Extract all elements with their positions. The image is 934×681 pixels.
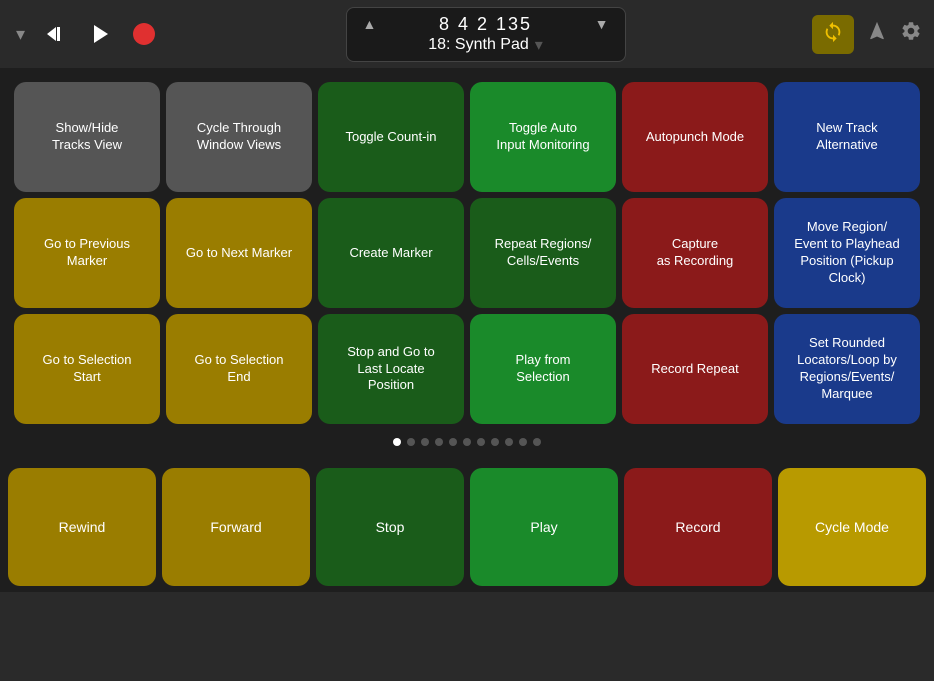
grid-btn-r1-c4[interactable]: Capture as Recording — [622, 198, 768, 308]
transport-btn-cycle-mode[interactable]: Cycle Mode — [778, 468, 926, 586]
pagination-dot-7[interactable] — [491, 438, 499, 446]
rewind-button[interactable] — [41, 18, 73, 50]
grid-btn-r0-c4[interactable]: Autopunch Mode — [622, 82, 768, 192]
cycle-button[interactable] — [812, 15, 854, 54]
track-dropdown-icon[interactable]: ▾ — [535, 35, 543, 55]
pagination-dot-3[interactable] — [435, 438, 443, 446]
grid-btn-r2-c2[interactable]: Stop and Go to Last Locate Position — [318, 314, 464, 424]
transport-btn-rewind[interactable]: Rewind — [8, 468, 156, 586]
pagination-dot-2[interactable] — [421, 438, 429, 446]
metronome-button[interactable] — [866, 20, 888, 48]
play-button[interactable] — [85, 18, 117, 50]
dropdown-button[interactable]: ▾ — [12, 20, 29, 49]
bottom-transport: RewindForwardStopPlayRecordCycle Mode — [0, 462, 934, 592]
grid-btn-r2-c5[interactable]: Set Rounded Locators/Loop by Regions/Eve… — [774, 314, 920, 424]
pagination-dot-8[interactable] — [505, 438, 513, 446]
position-display: 8 4 2 135 — [439, 14, 532, 35]
grid-btn-r0-c3[interactable]: Toggle Auto Input Monitoring — [470, 82, 616, 192]
header: ▾ ▲ 8 4 2 135 ▼ 18: Synth Pad ▾ — [0, 0, 934, 68]
chevron-down-button[interactable]: ▼ — [595, 16, 609, 32]
grid-btn-r0-c1[interactable]: Cycle Through Window Views — [166, 82, 312, 192]
main-area: Show/Hide Tracks ViewCycle Through Windo… — [0, 68, 934, 462]
pagination-dot-0[interactable] — [393, 438, 401, 446]
grid-btn-r0-c5[interactable]: New Track Alternative — [774, 82, 920, 192]
pagination-dot-5[interactable] — [463, 438, 471, 446]
transport-btn-play[interactable]: Play — [470, 468, 618, 586]
transport-btn-record[interactable]: Record — [624, 468, 772, 586]
grid-btn-r2-c1[interactable]: Go to Selection End — [166, 314, 312, 424]
header-right — [812, 15, 922, 54]
pagination-dot-4[interactable] — [449, 438, 457, 446]
grid-btn-r1-c0[interactable]: Go to Previous Marker — [14, 198, 160, 308]
pagination-dot-9[interactable] — [519, 438, 527, 446]
grid-btn-r2-c3[interactable]: Play from Selection — [470, 314, 616, 424]
grid-btn-r1-c1[interactable]: Go to Next Marker — [166, 198, 312, 308]
pagination-dot-1[interactable] — [407, 438, 415, 446]
grid-btn-r0-c2[interactable]: Toggle Count-in — [318, 82, 464, 192]
pagination-dot-6[interactable] — [477, 438, 485, 446]
settings-button[interactable] — [900, 20, 922, 48]
record-button[interactable] — [129, 19, 159, 49]
button-grid: Show/Hide Tracks ViewCycle Through Windo… — [8, 76, 926, 430]
grid-btn-r1-c5[interactable]: Move Region/ Event to Playhead Position … — [774, 198, 920, 308]
grid-btn-r0-c0[interactable]: Show/Hide Tracks View — [14, 82, 160, 192]
chevron-up-button[interactable]: ▲ — [363, 16, 377, 32]
track-name: 18: Synth Pad — [428, 36, 529, 54]
header-center: ▲ 8 4 2 135 ▼ 18: Synth Pad ▾ — [346, 7, 626, 62]
transport-btn-forward[interactable]: Forward — [162, 468, 310, 586]
grid-btn-r2-c0[interactable]: Go to Selection Start — [14, 314, 160, 424]
record-dot — [133, 23, 155, 45]
grid-btn-r2-c4[interactable]: Record Repeat — [622, 314, 768, 424]
header-left: ▾ — [12, 18, 159, 50]
pagination-dot-10[interactable] — [533, 438, 541, 446]
pagination — [8, 430, 926, 454]
grid-btn-r1-c3[interactable]: Repeat Regions/ Cells/Events — [470, 198, 616, 308]
transport-btn-stop[interactable]: Stop — [316, 468, 464, 586]
grid-btn-r1-c2[interactable]: Create Marker — [318, 198, 464, 308]
